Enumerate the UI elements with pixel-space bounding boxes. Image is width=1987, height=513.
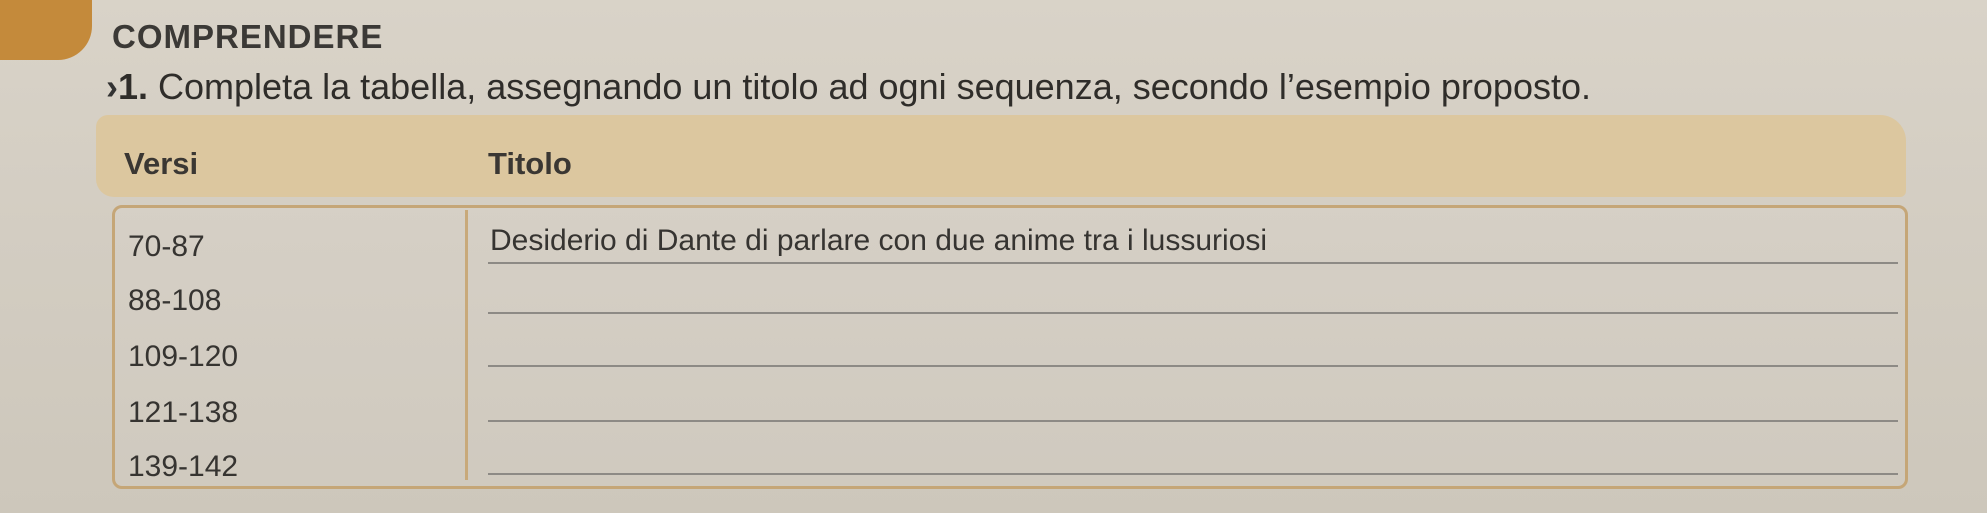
section-heading: COMPRENDERE (112, 18, 384, 55)
table-header-band (96, 115, 1906, 197)
title-answer-line[interactable] (488, 262, 1898, 264)
title-answer-line[interactable] (488, 420, 1898, 422)
table-row-title: Desiderio di Dante di parlare con due an… (490, 224, 1268, 257)
table-row-verses: 88-108 (128, 284, 222, 317)
column-header-title: Titolo (488, 146, 572, 181)
title-answer-line[interactable] (488, 312, 1898, 314)
orange-tab-marker (0, 0, 92, 60)
chevron-right-icon: › (106, 66, 118, 107)
table-row-verses: 139-142 (128, 450, 239, 483)
table-row-verses: 70-87 (128, 230, 205, 263)
title-answer-line[interactable] (488, 365, 1898, 367)
title-answer-line[interactable] (488, 473, 1898, 475)
exercise-text: Completa la tabella, assegnando un titol… (158, 66, 1591, 107)
exercise-instruction: ›1. Completa la tabella, assegnando un ti… (106, 66, 1591, 108)
column-divider (465, 210, 468, 480)
table-row-verses: 109-120 (128, 340, 239, 373)
column-header-verses: Versi (124, 146, 199, 181)
exercise-number: 1. (118, 66, 149, 107)
table-row-verses: 121-138 (128, 396, 239, 429)
